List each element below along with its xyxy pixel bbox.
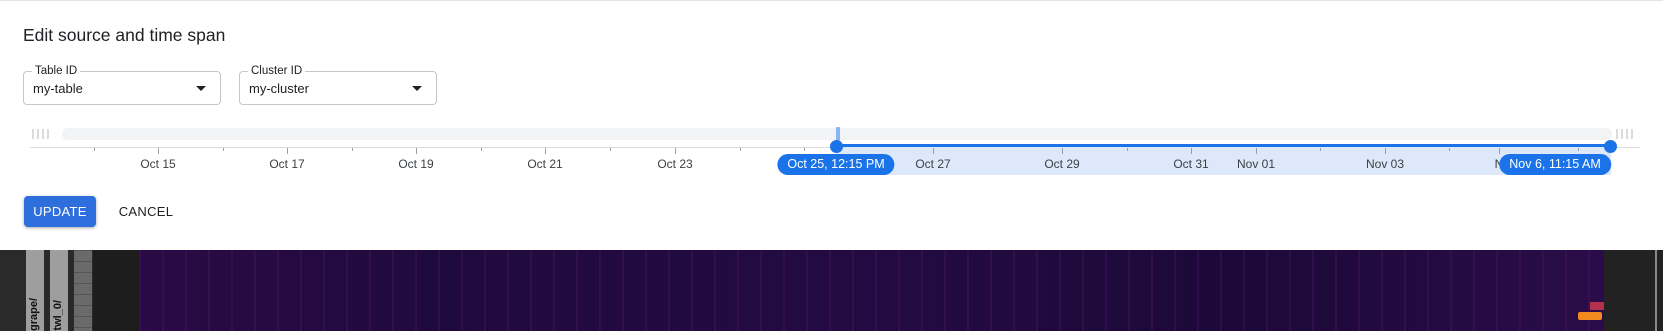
row-label-text: twl_0/	[52, 300, 64, 331]
dropdown-caret-icon	[412, 86, 422, 91]
time-span-slider[interactable]: Oct 15 Oct 17 Oct 19 Oct 21 Oct 23 Oct 27 Oct …	[0, 121, 1663, 181]
update-button[interactable]: UPDATE	[24, 196, 96, 227]
cluster-id-label: Cluster ID	[248, 64, 306, 78]
timeline-tick-label: Nov 03	[1365, 157, 1405, 171]
heatmap-hotspot	[1578, 312, 1602, 320]
dialog-title: Edit source and time span	[23, 25, 226, 45]
timeline-minor-tick	[804, 148, 805, 151]
timeline-tick-label: Nov 01	[1236, 157, 1276, 171]
timeline-tick-label: Oct 27	[915, 157, 951, 171]
timeline-tick-label: Oct 15	[140, 157, 176, 171]
timeline-major-tick	[287, 148, 288, 154]
heatmap-visualization: grape/ twl_0/	[0, 250, 1663, 331]
timeline-tick-label: Oct 21	[527, 157, 563, 171]
timeline-major-tick	[1499, 148, 1500, 154]
selected-range-line	[836, 144, 1611, 147]
table-id-select[interactable]: Table ID my-table	[23, 64, 221, 105]
timeline-major-tick	[1385, 148, 1386, 154]
cluster-id-select[interactable]: Cluster ID my-cluster	[239, 64, 437, 105]
vertical-scrollbar[interactable]	[1655, 250, 1657, 331]
range-end-handle[interactable]	[1604, 140, 1617, 153]
timeline-tick-label: Oct 17	[269, 157, 305, 171]
row-ruler	[74, 250, 92, 331]
timeline-major-tick	[158, 148, 159, 154]
timeline-minor-tick	[94, 148, 95, 151]
timeline-major-tick	[545, 148, 546, 154]
timeline-major-tick	[416, 148, 417, 154]
heatmap-hotspot	[1590, 302, 1604, 310]
timeline-major-tick	[1062, 148, 1063, 154]
cancel-button[interactable]: CANCEL	[110, 196, 182, 227]
cluster-id-value: my-cluster	[249, 81, 309, 96]
range-end-label: Nov 6, 11:15 AM	[1499, 154, 1611, 175]
overview-range-marker[interactable]	[836, 127, 840, 141]
edit-source-dialog: Edit source and time span Table ID my-ta…	[0, 0, 1663, 251]
dropdown-caret-icon	[196, 86, 206, 91]
row-label-column: grape/	[26, 250, 44, 331]
timeline-tick-label: Oct 29	[1044, 157, 1080, 171]
table-id-label: Table ID	[32, 64, 81, 78]
timeline-minor-tick	[610, 148, 611, 151]
right-grip-icon[interactable]	[1616, 129, 1636, 139]
timeline-minor-tick	[1578, 148, 1579, 151]
timeline-minor-tick	[1449, 148, 1450, 151]
timeline-major-tick	[1191, 148, 1192, 154]
timeline-minor-tick	[740, 148, 741, 151]
table-id-value: my-table	[33, 81, 83, 96]
timeline-tick-label: Oct 19	[398, 157, 434, 171]
timeline-tick-label: Oct 23	[657, 157, 693, 171]
row-label-text: grape/	[28, 297, 40, 331]
range-start-handle[interactable]	[830, 140, 843, 153]
timeline-major-tick	[933, 148, 934, 154]
timeline-tick-label: Oct 31	[1173, 157, 1209, 171]
timeline-major-tick	[1256, 148, 1257, 154]
heatmap-streaks	[139, 250, 1604, 331]
timeline-minor-tick	[481, 148, 482, 151]
timeline-major-tick	[675, 148, 676, 154]
timeline-minor-tick	[1127, 148, 1128, 151]
timeline-minor-tick	[1320, 148, 1321, 151]
timeline-minor-tick	[352, 148, 353, 151]
row-label-column: twl_0/	[50, 250, 68, 331]
timeline-minor-tick	[223, 148, 224, 151]
range-start-label: Oct 25, 12:15 PM	[777, 154, 895, 175]
left-grip-icon[interactable]	[32, 129, 52, 139]
